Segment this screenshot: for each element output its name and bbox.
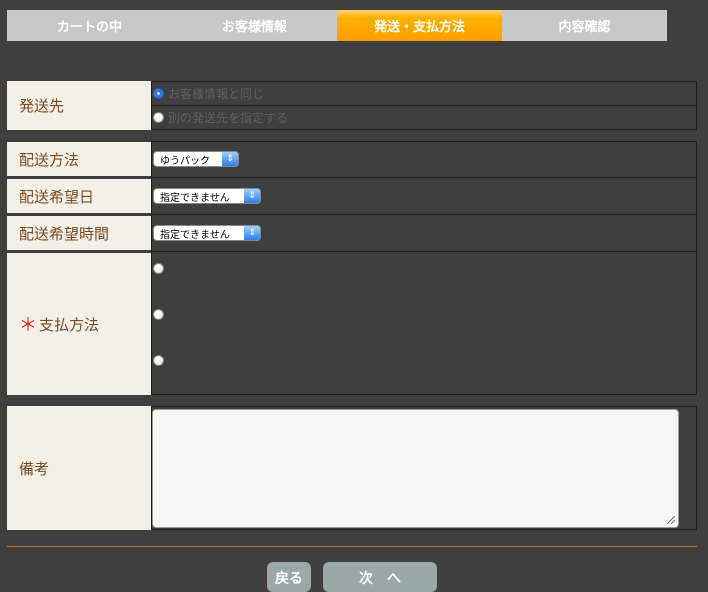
shipping-same-option[interactable]: お客様情報と同じ (153, 84, 264, 102)
delivery-time-label-text: 配送希望時間 (19, 224, 110, 243)
shipping-destination-label-text: 発送先 (19, 97, 65, 115)
payment-option-1[interactable] (153, 259, 168, 277)
remarks-label: 備考 (7, 406, 151, 530)
delivery-date-select[interactable]: 指定できません ⇕ (153, 188, 261, 204)
next-button[interactable]: 次 へ (323, 562, 437, 592)
delivery-method-selected: ゆうパック (160, 155, 210, 167)
step-shipping-payment: 発送・支払方法 (337, 10, 502, 41)
radio-other-destination[interactable] (153, 111, 164, 123)
radio-payment-3[interactable] (153, 354, 164, 366)
delivery-date-label: 配送希望日 (7, 179, 151, 213)
payment-option-3[interactable] (153, 351, 168, 369)
shipping-other-option[interactable]: 別の発送先を指定する (153, 108, 288, 126)
payment-option-2[interactable] (153, 305, 168, 323)
delivery-date-label-text: 配送希望日 (19, 187, 95, 206)
required-mark: ＊ (19, 315, 37, 336)
radio-payment-1[interactable] (153, 262, 164, 274)
back-button[interactable]: 戻る (267, 562, 311, 592)
select-arrow-icon: ⇕ (244, 189, 260, 203)
payment-method-cell (151, 251, 697, 395)
radio-other-destination-label: 別の発送先を指定する (168, 110, 289, 125)
shipping-destination-label: 発送先 (7, 81, 151, 130)
select-arrow-icon: ⇕ (222, 152, 238, 166)
payment-method-label: ＊ 支払方法 (7, 253, 151, 395)
step-cart: カートの中 (7, 10, 172, 41)
delivery-method-select[interactable]: ゆうパック ⇕ (153, 151, 239, 167)
delivery-time-select[interactable]: 指定できません ⇕ (153, 225, 261, 241)
delivery-date-selected: 指定できません (160, 192, 230, 204)
remarks-label-text: 備考 (19, 459, 50, 478)
delivery-method-label: 配送方法 (7, 142, 151, 176)
delivery-time-selected: 指定できません (160, 229, 230, 241)
remarks-textarea[interactable] (152, 409, 679, 528)
resize-grip-icon[interactable] (667, 516, 675, 524)
step-confirm: 内容確認 (502, 10, 667, 41)
radio-same-as-customer[interactable] (153, 87, 164, 99)
radio-same-as-customer-label: お客様情報と同じ (168, 86, 265, 101)
payment-method-label-text: 支払方法 (39, 315, 100, 334)
step-customer-info: お客様情報 (172, 10, 337, 41)
delivery-time-label: 配送希望時間 (7, 216, 151, 250)
radio-payment-2[interactable] (153, 308, 164, 320)
select-arrow-icon: ⇕ (244, 226, 260, 240)
checkout-steps: カートの中 お客様情報 発送・支払方法 内容確認 (7, 10, 667, 41)
divider (7, 546, 697, 547)
delivery-method-label-text: 配送方法 (19, 150, 80, 169)
